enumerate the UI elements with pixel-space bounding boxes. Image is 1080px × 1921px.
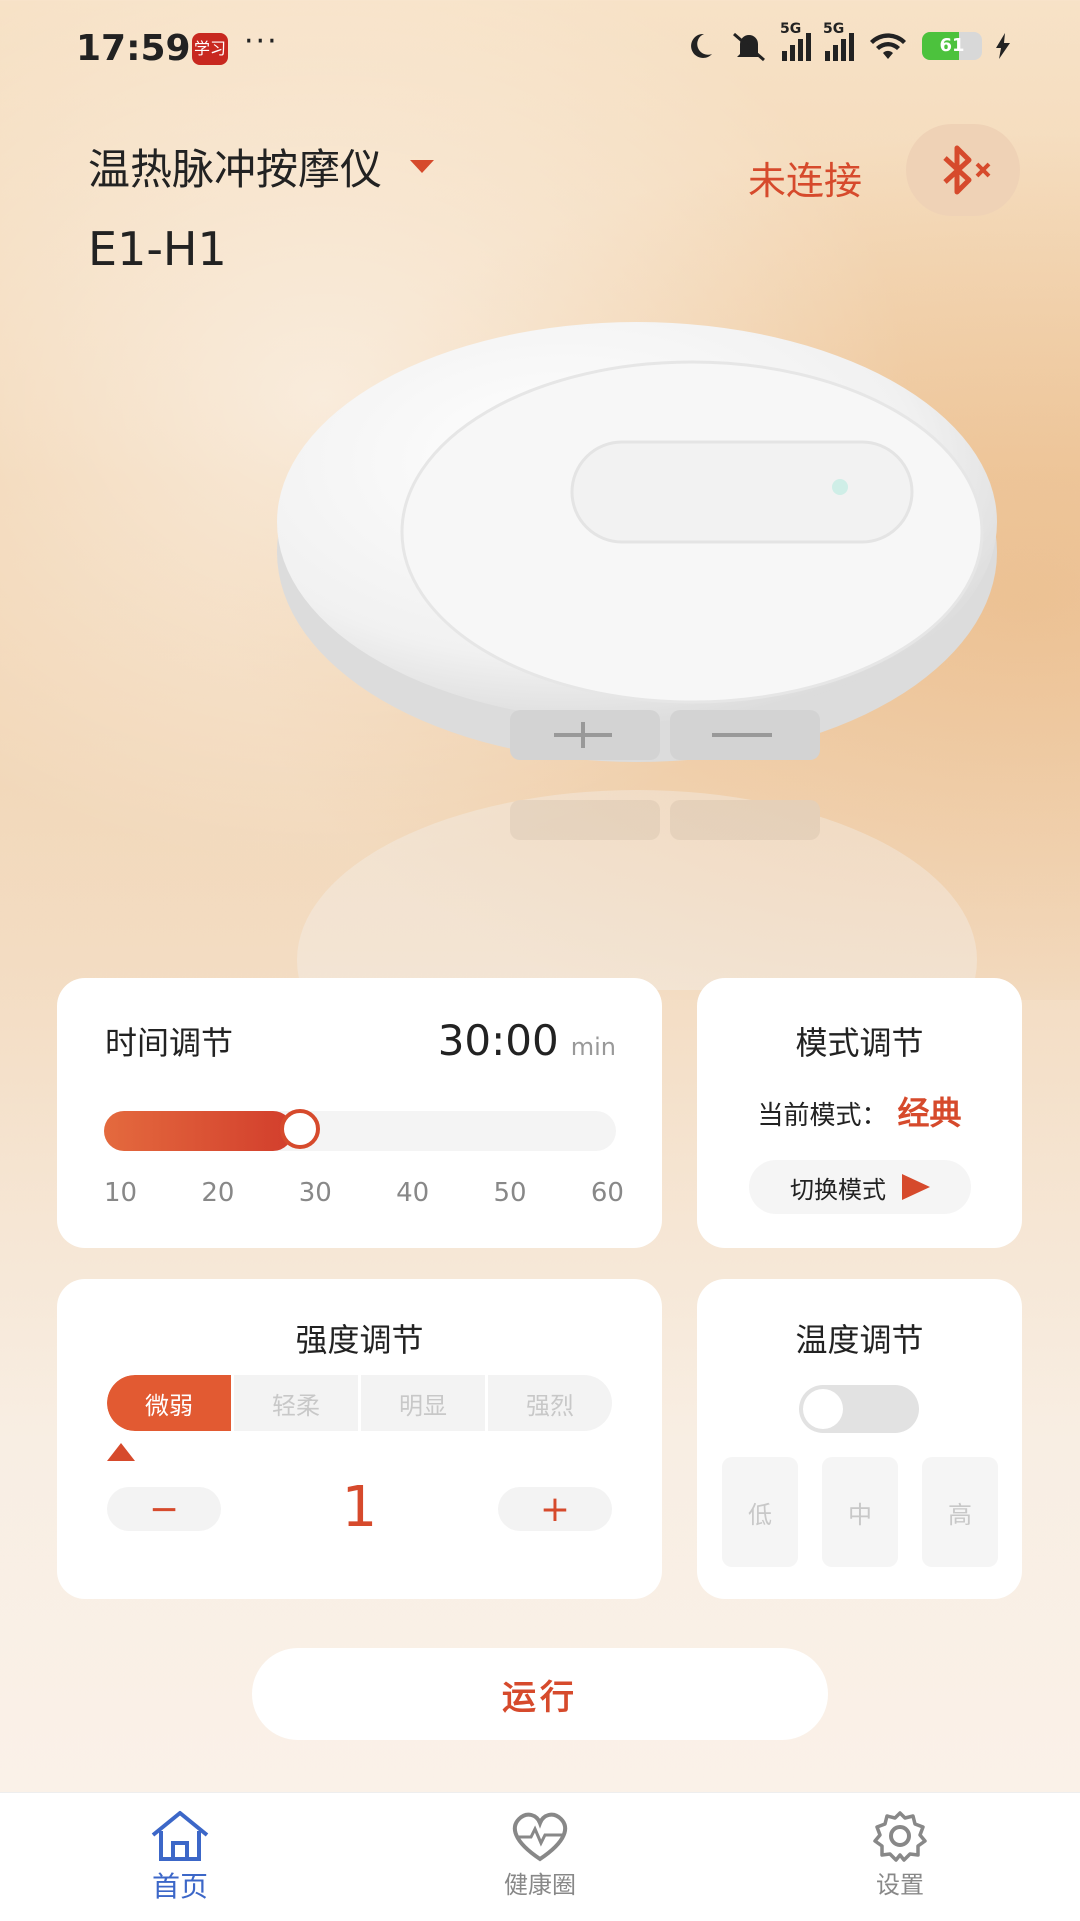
switch-mode-label: 切换模式 — [790, 1175, 886, 1204]
charging-icon — [996, 33, 1010, 59]
battery-icon: 61 — [922, 32, 982, 60]
signal-label-2: 5G — [823, 21, 845, 37]
temp-level-options: 低 中 高 — [722, 1457, 998, 1567]
bluetooth-disconnected-icon — [943, 145, 991, 195]
nav-health[interactable]: 健康圈 — [360, 1793, 720, 1921]
app-badge-icon: 学习 — [192, 33, 228, 65]
time-slider-thumb[interactable] — [280, 1109, 320, 1149]
intensity-option-strong[interactable]: 强烈 — [488, 1375, 612, 1431]
status-icons: 5G 5G 61 — [684, 21, 1010, 62]
current-mode-label: 当前模式： — [757, 1101, 888, 1131]
dropdown-caret-icon — [410, 160, 435, 173]
signal-label: 5G — [780, 21, 802, 37]
bottom-nav: 首页 健康圈 设置 — [0, 1792, 1080, 1921]
mode-card-title: 模式调节 — [795, 1024, 924, 1062]
status-time: 17:59 — [76, 28, 191, 69]
device-image — [277, 322, 997, 762]
nav-settings-label: 设置 — [876, 1871, 924, 1899]
signal-5g-icon: 5G — [780, 21, 811, 61]
tick-label: 40 — [396, 1178, 430, 1208]
moon-icon — [691, 33, 712, 58]
arrow-right-icon — [902, 1174, 930, 1200]
mute-bell-icon — [733, 32, 765, 62]
temp-option-high[interactable]: 高 — [922, 1457, 998, 1567]
mode-adjust-card: 模式调节 当前模式： 经典 切换模式 — [697, 978, 1022, 1248]
battery-level: 61 — [939, 35, 965, 56]
heat-toggle[interactable] — [799, 1385, 919, 1433]
home-icon — [151, 1811, 209, 1861]
time-slider-fill — [104, 1111, 294, 1151]
intensity-level-selector: 微弱 轻柔 明显 强烈 — [107, 1375, 612, 1431]
bluetooth-connect-button[interactable] — [906, 124, 1020, 216]
intensity-option-obvious[interactable]: 明显 — [361, 1375, 488, 1431]
nav-home[interactable]: 首页 — [0, 1793, 360, 1921]
temp-card-title: 温度调节 — [795, 1321, 924, 1359]
connection-status: 未连接 — [748, 159, 863, 203]
tick-label: 10 — [104, 1178, 138, 1208]
time-slider[interactable] — [104, 1109, 616, 1151]
device-model: E1-H1 — [88, 222, 227, 276]
temp-option-low[interactable]: 低 — [722, 1457, 798, 1567]
tick-label: 50 — [493, 1178, 527, 1208]
more-notifications-icon: ··· — [244, 24, 279, 59]
intensity-option-weak[interactable]: 微弱 — [107, 1375, 234, 1431]
device-reflection — [297, 790, 977, 990]
time-slider-ticks: 10 20 30 40 50 60 — [104, 1178, 624, 1208]
time-card-title: 时间调节 — [105, 1024, 234, 1062]
heart-pulse-icon — [513, 1812, 567, 1862]
current-mode: 当前模式： 经典 — [697, 1088, 1022, 1134]
device-selector[interactable]: 温热脉冲按摩仪 — [88, 136, 435, 197]
intensity-card-title: 强度调节 — [295, 1321, 424, 1359]
temp-option-medium[interactable]: 中 — [822, 1457, 898, 1567]
nav-health-label: 健康圈 — [504, 1871, 576, 1899]
switch-mode-button[interactable]: 切换模式 — [749, 1160, 971, 1214]
tick-label: 60 — [590, 1178, 624, 1208]
nav-settings[interactable]: 设置 — [720, 1793, 1080, 1921]
timer-unit: min — [570, 1033, 616, 1061]
tick-label: 20 — [201, 1178, 235, 1208]
signal-5g-icon-2: 5G — [823, 21, 854, 61]
wifi-icon — [870, 33, 906, 59]
increase-button[interactable]: + — [498, 1487, 612, 1531]
intensity-adjust-card: 强度调节 微弱 轻柔 明显 强烈 − 1 + — [57, 1279, 662, 1599]
timer-display: 30:00 min — [438, 1016, 616, 1065]
device-name: 温热脉冲按摩仪 — [88, 145, 383, 194]
status-bar: 17:59 学习 ··· 5G 5G 61 — [0, 0, 1080, 100]
time-adjust-card: 时间调节 30:00 min 10 20 30 40 50 60 — [57, 978, 662, 1248]
tick-label: 30 — [298, 1178, 332, 1208]
intensity-marker-icon — [107, 1443, 135, 1461]
run-button[interactable]: 运行 — [252, 1648, 828, 1740]
intensity-option-gentle[interactable]: 轻柔 — [234, 1375, 361, 1431]
temperature-adjust-card: 温度调节 低 中 高 — [697, 1279, 1022, 1599]
toggle-knob — [803, 1389, 843, 1429]
timer-value: 30:00 — [437, 1016, 559, 1065]
gear-icon — [873, 1811, 927, 1862]
current-mode-value: 经典 — [897, 1094, 962, 1132]
nav-home-label: 首页 — [151, 1870, 208, 1903]
